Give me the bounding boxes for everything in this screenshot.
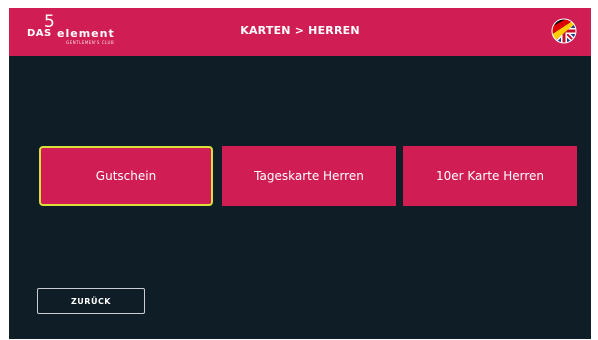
tile-gutschein[interactable]: Gutschein [39,146,213,206]
back-button[interactable]: ZURÜCK [37,288,145,314]
tile-label: Tageskarte Herren [254,169,364,183]
page-title: KARTEN > HERREN [240,24,360,37]
tile-label: Gutschein [95,169,157,183]
tile-10er-karte-herren[interactable]: 10er Karte Herren [403,146,577,206]
back-button-label: ZURÜCK [70,296,112,306]
language-switch-flag-icon[interactable] [551,18,577,44]
tile-label: 10er Karte Herren [435,169,545,183]
kiosk-screen: DAS 5 element GENTLEMEN'S CLUB KARTEN > … [9,8,591,339]
logo-subtitle: GENTLEMEN'S CLUB [66,40,115,45]
header-bar: DAS 5 element GENTLEMEN'S CLUB KARTEN > … [9,8,591,56]
tile-tageskarte-herren[interactable]: Tageskarte Herren [222,146,396,206]
